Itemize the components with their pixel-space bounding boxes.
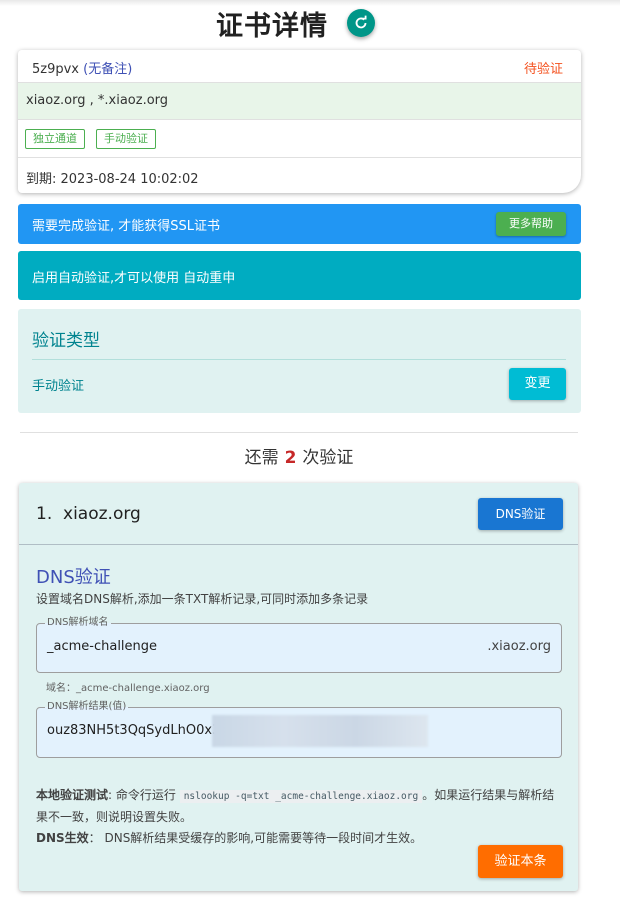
refresh-button[interactable] — [347, 9, 375, 37]
verify-type-value: 手动验证 — [32, 379, 85, 394]
dns-heading: DNS验证 — [36, 567, 111, 588]
section-divider — [20, 432, 578, 433]
cert-domains: xiaoz.org , *.xiaoz.org — [26, 93, 169, 108]
dns-record-name-suffix: .xiaoz.org — [487, 639, 551, 654]
cert-expiry: 到期: 2023-08-24 10:02:02 — [26, 172, 199, 187]
domain-title: 1. xiaoz.org — [36, 504, 141, 524]
auto-verify-text: 启用自动验证,才可以使用 自动重申 — [32, 271, 236, 286]
remaining-verifications: 还需 2 次验证 — [0, 443, 598, 468]
dns-record-name-field[interactable]: DNS解析域名 _acme-challenge .xiaoz.org — [36, 616, 562, 673]
domain-header: 1. xiaoz.org DNS验证 — [19, 483, 578, 545]
tag-manual-verify: 手动验证 — [96, 129, 156, 149]
cert-note[interactable]: (无备注) — [83, 62, 132, 77]
dns-effect-text: ： DNS解析结果受缓存的影响,可能需要等待一段时间才生效。 — [88, 831, 423, 845]
cert-domains-row: xiaoz.org , *.xiaoz.org — [18, 83, 581, 120]
divider — [32, 359, 566, 360]
page-header: 证书详情 — [0, 0, 620, 46]
cert-tags-row: 独立通道 手动验证 — [18, 120, 581, 158]
dns-effect-label: DNS生效 — [36, 831, 89, 845]
page-title: 证书详情 — [216, 11, 328, 42]
verify-type-heading: 验证类型 — [32, 331, 100, 351]
ssl-notice-banner: 需要完成验证, 才能获得SSL证书 更多帮助 — [18, 204, 581, 244]
remaining-suffix: 次验证 — [302, 448, 354, 468]
nslookup-command[interactable]: nslookup -q=txt _acme-challenge.xiaoz.or… — [179, 790, 423, 803]
local-test-instructions: 本地验证测试: 命令行运行 nslookup -q=txt _acme-chal… — [36, 785, 564, 849]
dns-record-value-label: DNS解析结果(值) — [45, 700, 129, 714]
more-help-button[interactable]: 更多帮助 — [496, 212, 566, 236]
dns-description: 设置域名DNS解析,添加一条TXT解析记录,可同时添加多条记录 — [36, 592, 369, 606]
tag-independent-channel: 独立通道 — [25, 129, 85, 149]
dns-record-name-value[interactable]: _acme-challenge — [47, 639, 157, 654]
refresh-icon — [355, 15, 367, 29]
local-test-pre: : 命令行运行 — [108, 788, 176, 802]
cert-id-row: 5z9pvx (无备注) 待验证 — [18, 50, 581, 83]
dns-record-name-hint: 域名：_acme-challenge.xiaoz.org — [46, 683, 210, 694]
verify-this-button[interactable]: 验证本条 — [478, 845, 563, 878]
remaining-count: 2 — [284, 448, 297, 468]
certificate-card: 5z9pvx (无备注) 待验证 xiaoz.org , *.xiaoz.org… — [18, 50, 581, 193]
local-test-label: 本地验证测试 — [36, 788, 109, 802]
redacted-blur — [212, 715, 428, 747]
verify-type-panel: 验证类型 手动验证 变更 — [18, 309, 581, 413]
change-button[interactable]: 变更 — [509, 368, 566, 400]
dns-record-value-field[interactable]: DNS解析结果(值) ouz83NH5t3QqSydLhO0x3 — [36, 700, 562, 758]
cert-id: 5z9pvx — [32, 62, 80, 77]
cert-id-line: 5z9pvx (无备注) — [32, 58, 132, 77]
domain-verify-card: 1. xiaoz.org DNS验证 DNS验证 设置域名DNS解析,添加一条T… — [19, 483, 578, 891]
dns-record-name-label: DNS解析域名 — [45, 616, 111, 630]
remaining-prefix: 还需 — [244, 448, 279, 468]
dns-verify-type-button[interactable]: DNS验证 — [478, 498, 563, 530]
cert-status: 待验证 — [523, 62, 563, 77]
dns-record-value[interactable]: ouz83NH5t3QqSydLhO0x3 — [47, 723, 220, 738]
ssl-notice-text: 需要完成验证, 才能获得SSL证书 — [32, 219, 221, 234]
cert-expiry-row: 到期: 2023-08-24 10:02:02 — [18, 158, 581, 193]
auto-verify-banner[interactable]: 启用自动验证,才可以使用 自动重申 — [18, 251, 581, 300]
